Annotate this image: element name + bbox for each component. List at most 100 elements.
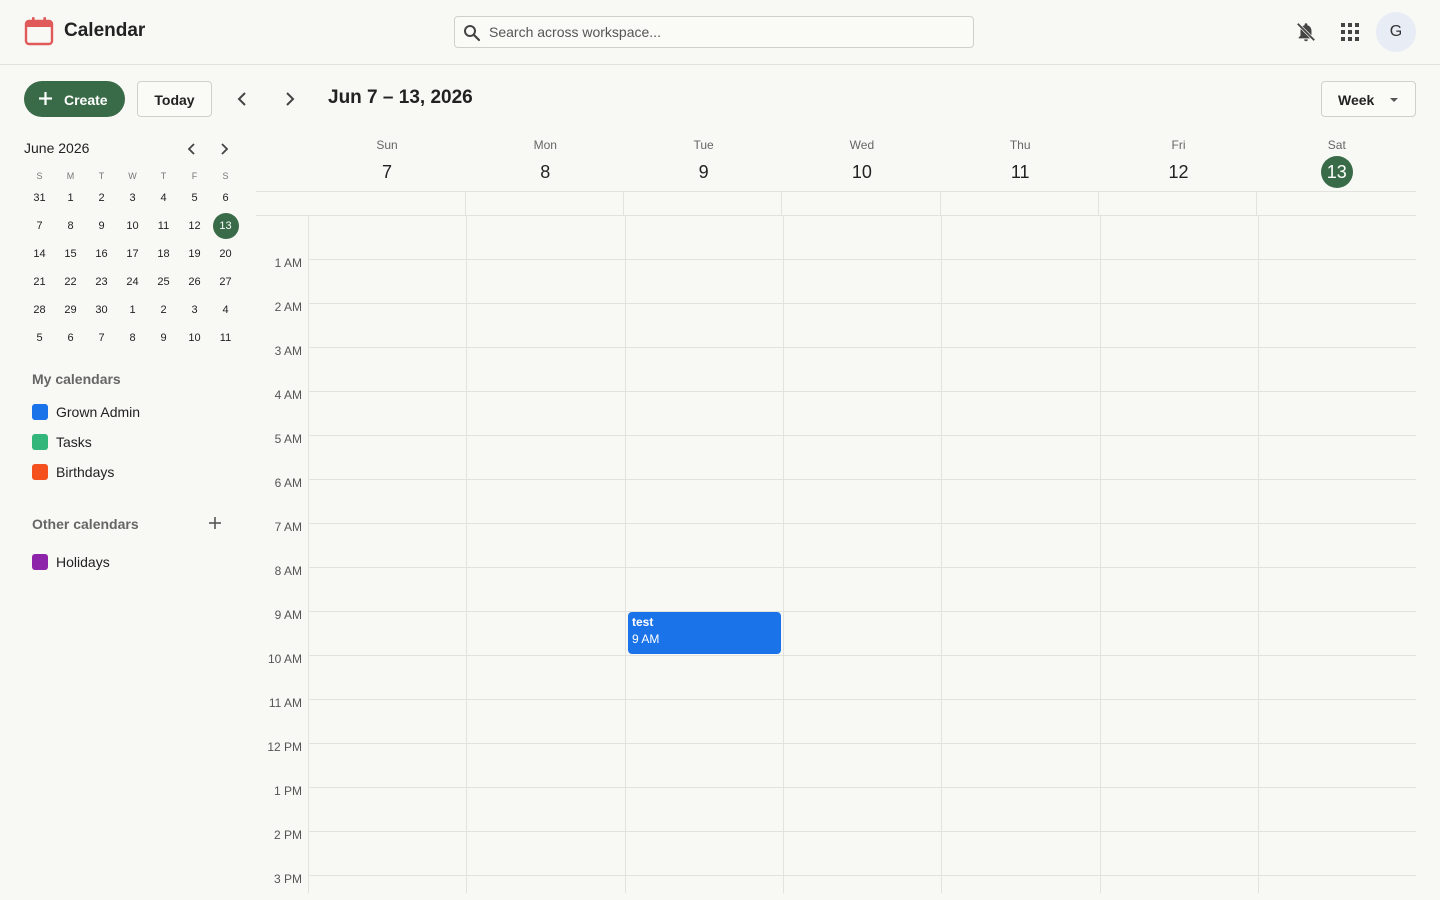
mini-day[interactable]: 2 (89, 185, 115, 211)
mini-weekday-label: S (222, 171, 229, 181)
mini-day[interactable]: 4 (213, 297, 239, 323)
mini-day[interactable]: 10 (120, 213, 146, 239)
all-day-column-divider (623, 192, 624, 215)
day-number[interactable]: 12 (1163, 156, 1195, 188)
mini-day[interactable]: 26 (182, 269, 208, 295)
calendar-color-swatch[interactable] (32, 434, 48, 450)
day-number[interactable]: 9 (688, 156, 720, 188)
mini-day[interactable]: 9 (89, 213, 115, 239)
hour-gridline (308, 479, 1416, 480)
mini-day[interactable]: 8 (58, 213, 84, 239)
notifications-off-icon[interactable] (1295, 21, 1317, 43)
mini-day[interactable]: 23 (89, 269, 115, 295)
mini-day[interactable]: 5 (27, 325, 53, 351)
user-avatar[interactable]: G (1376, 12, 1416, 52)
create-label: Create (64, 92, 108, 108)
day-header[interactable]: Fri 12 (1100, 136, 1258, 188)
day-header[interactable]: Thu 11 (941, 136, 1099, 188)
mini-day[interactable]: 7 (89, 325, 115, 351)
mini-day[interactable]: 3 (182, 297, 208, 323)
mini-day[interactable]: 11 (213, 325, 239, 351)
mini-day-selected[interactable]: 13 (212, 213, 239, 239)
mini-day[interactable]: 30 (89, 297, 115, 323)
create-button[interactable]: Create (24, 81, 125, 117)
mini-next-month-chevron-icon[interactable] (214, 139, 234, 159)
mini-day[interactable]: 4 (151, 185, 177, 211)
mini-day[interactable]: 6 (58, 325, 84, 351)
mini-day[interactable]: 27 (213, 269, 239, 295)
mini-prev-month-chevron-icon[interactable] (182, 139, 202, 159)
mini-day[interactable]: 21 (27, 269, 53, 295)
hour-label: 10 AM (267, 652, 302, 666)
mini-weekday-label: M (66, 171, 75, 181)
apps-grid-icon[interactable] (1340, 22, 1360, 42)
event-title: test (632, 615, 654, 629)
mini-day[interactable]: 20 (213, 241, 239, 267)
calendar-color-swatch[interactable] (32, 554, 48, 570)
mini-day[interactable]: 8 (120, 325, 146, 351)
calendar-color-swatch[interactable] (32, 404, 48, 420)
day-number[interactable]: 10 (846, 156, 878, 188)
mini-day[interactable]: 15 (58, 241, 84, 267)
mini-day[interactable]: 10 (182, 325, 208, 351)
day-number[interactable]: 7 (371, 156, 403, 188)
search-icon (464, 25, 481, 42)
hour-label: 2 AM (274, 300, 302, 314)
all-day-column-divider (781, 192, 782, 215)
calendar-logo-icon (24, 17, 54, 46)
hour-label: 12 PM (267, 740, 302, 754)
mini-day[interactable]: 11 (151, 213, 177, 239)
header-divider (256, 191, 1416, 192)
previous-week-chevron-icon[interactable] (230, 87, 254, 111)
mini-day[interactable]: 3 (120, 185, 146, 211)
my-calendars-heading: My calendars (32, 371, 121, 387)
mini-weekday-label: T (160, 171, 167, 181)
hour-gridline (308, 611, 1416, 612)
mini-day[interactable]: 25 (151, 269, 177, 295)
search-input[interactable] (489, 17, 959, 47)
calendar-label: Holidays (56, 554, 110, 570)
day-number-today[interactable]: 13 (1320, 156, 1353, 188)
mini-day[interactable]: 9 (151, 325, 177, 351)
hour-label: 3 AM (274, 344, 302, 358)
day-number[interactable]: 8 (529, 156, 561, 188)
mini-day[interactable]: 31 (27, 185, 53, 211)
search-box[interactable] (454, 16, 974, 48)
all-day-column-divider (1256, 192, 1257, 215)
view-selector-label: Week (1338, 92, 1375, 108)
next-week-chevron-icon[interactable] (278, 87, 302, 111)
mini-day[interactable]: 18 (151, 241, 177, 267)
event-time: 9 AM (632, 632, 660, 646)
day-header[interactable]: Tue 9 (625, 136, 783, 188)
view-selector[interactable]: Week (1321, 81, 1416, 117)
mini-day[interactable]: 19 (182, 241, 208, 267)
mini-day[interactable]: 5 (182, 185, 208, 211)
calendar-color-swatch[interactable] (32, 464, 48, 480)
mini-day[interactable]: 22 (58, 269, 84, 295)
day-header[interactable]: Wed 10 (783, 136, 941, 188)
day-number[interactable]: 11 (1004, 156, 1036, 188)
mini-day[interactable]: 6 (213, 185, 239, 211)
hour-label: 7 AM (274, 520, 302, 534)
event-test[interactable]: test 9 AM (628, 612, 781, 654)
hour-label: 2 PM (273, 828, 302, 842)
day-header[interactable]: Mon 8 (466, 136, 624, 188)
mini-day[interactable]: 28 (27, 297, 53, 323)
today-button[interactable]: Today (137, 81, 212, 117)
add-calendar-plus-icon[interactable] (207, 515, 223, 531)
mini-day[interactable]: 24 (120, 269, 146, 295)
day-column-divider (308, 216, 309, 893)
mini-day[interactable]: 29 (58, 297, 84, 323)
mini-day[interactable]: 17 (120, 241, 146, 267)
day-header[interactable]: Sun 7 (308, 136, 466, 188)
mini-day[interactable]: 12 (182, 213, 208, 239)
day-header[interactable]: Sat 13 (1258, 136, 1416, 188)
mini-day[interactable]: 14 (27, 241, 53, 267)
mini-day[interactable]: 16 (89, 241, 115, 267)
mini-day[interactable]: 1 (120, 297, 146, 323)
mini-day[interactable]: 7 (27, 213, 53, 239)
day-column-divider (466, 216, 467, 893)
mini-day[interactable]: 1 (58, 185, 84, 211)
mini-day[interactable]: 2 (151, 297, 177, 323)
hour-label: 1 AM (274, 256, 302, 270)
